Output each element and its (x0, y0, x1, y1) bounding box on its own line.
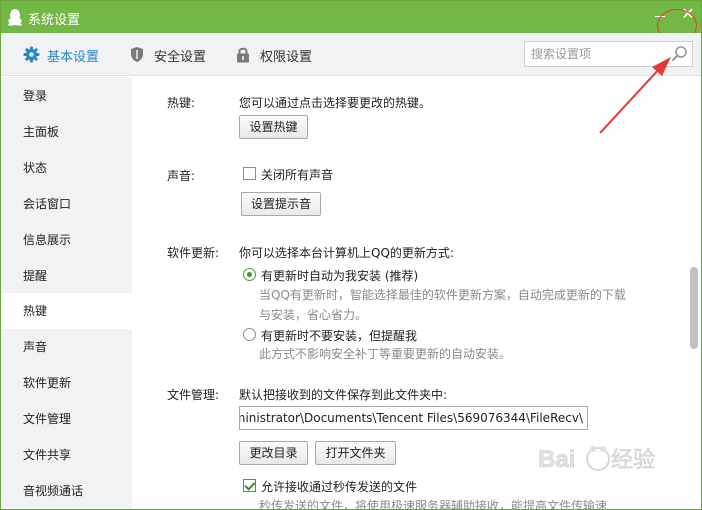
update-section-label: 软件更新: (167, 246, 220, 260)
sidebar-item-label: 信息展示 (23, 233, 72, 247)
auto-install-label: 有更新时自动为我安装 (推荐) (261, 269, 419, 283)
sidebar-item-label: 文件共享 (23, 448, 72, 462)
change-directory-button[interactable]: 更改目录 (239, 441, 308, 465)
mute-all-sounds-label: 关闭所有声音 (261, 168, 334, 182)
tab-label: 安全设置 (154, 50, 207, 65)
hotkey-section-label: 热键: (167, 96, 196, 110)
sidebar-item-label: 文件管理 (23, 412, 72, 426)
tab-label: 基本设置 (47, 50, 100, 65)
search-box[interactable] (524, 41, 693, 67)
tab-basic-settings[interactable]: 基本设置 (23, 45, 113, 65)
sidebar-item-label: 声音 (23, 340, 48, 354)
lock-icon (237, 47, 249, 63)
sidebar-item-reminder[interactable]: 提醒 (1, 258, 132, 294)
sidebar-item-av-call[interactable]: 音视频通话 (1, 473, 132, 509)
allow-instant-transfer-checkbox[interactable] (243, 479, 256, 492)
sidebar-item-label: 提醒 (23, 269, 48, 283)
sidebar-item-login[interactable]: 登录 (1, 78, 132, 114)
auto-install-radio[interactable] (243, 268, 256, 281)
scrollbar-thumb[interactable] (690, 267, 698, 349)
gear-icon (23, 46, 40, 63)
notify-only-label: 有更新时不要安装，但提醒我 (261, 329, 418, 343)
search-input[interactable] (531, 46, 661, 62)
sidebar-item-label: 热键 (23, 304, 48, 318)
tab-security-settings[interactable]: 安全设置 (130, 45, 220, 65)
update-description: 你可以选择本台计算机上QQ的更新方式: (239, 246, 454, 260)
sidebar-item-file-management[interactable]: 文件管理 (1, 401, 132, 437)
sidebar-item-sound[interactable]: 声音 (1, 329, 132, 365)
svg-text:Bai: Bai (538, 446, 575, 473)
save-path-value: C:\Users\Administrator\Documents\Tencent… (240, 411, 583, 425)
sidebar-item-label: 登录 (23, 89, 48, 103)
svg-text:经验: 经验 (611, 447, 655, 472)
tab-label: 权限设置 (260, 50, 313, 65)
sidebar-item-hotkey[interactable]: 热键 (1, 293, 132, 329)
file-management-section-label: 文件管理: (167, 388, 220, 402)
open-folder-button[interactable]: 打开文件夹 (315, 441, 396, 465)
set-hotkey-button[interactable]: 设置热键 (239, 115, 308, 139)
auto-install-note-line2: 与安装，省心省力。 (259, 308, 368, 322)
sidebar-item-label: 主面板 (23, 125, 60, 139)
sound-section-label: 声音: (167, 169, 196, 183)
tab-bar: 基本设置 安全设置 权限设置 (1, 33, 701, 76)
hotkey-description: 您可以通过点击选择要更改的热键。 (239, 96, 432, 110)
window-title: 系统设置 (28, 13, 81, 28)
file-save-description: 默认把接收到的文件保存到此文件夹中: (239, 388, 448, 402)
sidebar-item-label: 会话窗口 (23, 197, 72, 211)
settings-window: 系统设置 ✕ 基本设置 安全设置 权限设置 搜索设置项 登录 主面板 状态 会话… (0, 0, 702, 510)
sidebar-item-file-sharing[interactable]: 文件共享 (1, 437, 132, 473)
tab-permission-settings[interactable]: 权限设置 (236, 45, 326, 65)
sidebar-item-status[interactable]: 状态 (1, 150, 132, 186)
save-path-field[interactable]: C:\Users\Administrator\Documents\Tencent… (239, 406, 588, 430)
sidebar-item-info-display[interactable]: 信息展示 (1, 222, 132, 258)
shield-icon (131, 47, 143, 62)
set-notification-sound-button[interactable]: 设置提示音 (241, 192, 321, 216)
auto-install-note-line1: 当QQ有更新时，智能选择最佳的软件更新方案，自动完成更新的下载 (259, 288, 626, 302)
allow-instant-transfer-label: 允许接收通过秒传发送的文件 (261, 480, 418, 494)
qq-penguin-icon (8, 9, 22, 26)
sidebar-item-label: 软件更新 (23, 376, 72, 390)
sidebar-item-software-update[interactable]: 软件更新 (1, 365, 132, 401)
sidebar-item-label: 音视频通话 (23, 484, 84, 498)
notify-only-note: 此方式不影响安全补丁等重要更新的自动安装。 (259, 347, 512, 361)
title-bar: 系统设置 ✕ (1, 1, 701, 33)
baidu-jingyan-watermark: Bai 经验 (538, 446, 655, 474)
notify-only-radio[interactable] (243, 328, 256, 341)
instant-transfer-note: 秒传发送的文件，将使用极速服务器辅助接收，能提高文件传输速 (259, 499, 608, 510)
sidebar-item-chat-window[interactable]: 会话窗口 (1, 186, 132, 222)
sidebar-item-label: 状态 (23, 161, 48, 175)
sidebar-item-main-panel[interactable]: 主面板 (1, 114, 132, 150)
search-icon[interactable] (671, 45, 689, 63)
sidebar: 登录 主面板 状态 会话窗口 信息展示 提醒 热键 声音 软件更新 文件管理 文… (1, 77, 132, 509)
mute-all-sounds-checkbox[interactable] (243, 167, 256, 180)
